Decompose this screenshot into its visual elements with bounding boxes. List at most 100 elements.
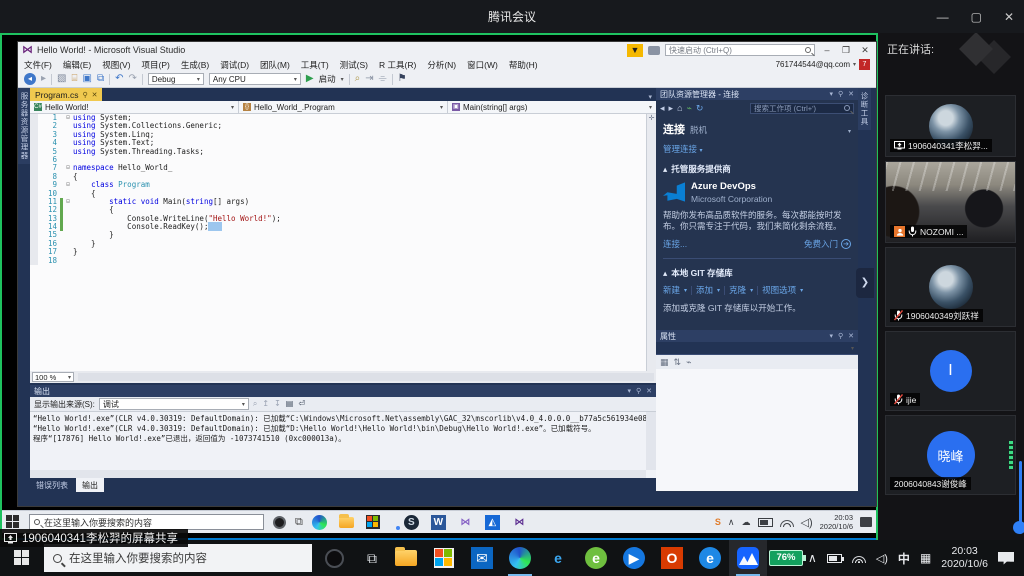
menu-item[interactable]: 窗口(W) — [467, 59, 498, 71]
git-action-0[interactable]: 新建 — [663, 284, 680, 296]
project-dropdown[interactable]: C# Hello World!▾ — [30, 101, 239, 113]
chevron-down-icon[interactable]: ▾ — [829, 90, 833, 98]
output-log[interactable]: “Hello World!.exe”(CLR v4.0.30319: Defau… — [30, 412, 656, 446]
tab-error-list[interactable]: 错误列表 — [30, 478, 74, 492]
properties-grid[interactable] — [656, 369, 858, 491]
breakpoint-margin[interactable] — [30, 114, 38, 122]
refresh-icon[interactable]: ↻ — [696, 103, 704, 114]
work-item-search-input[interactable]: 搜索工作项 (Ctrl+') — [750, 103, 854, 114]
menu-item[interactable]: 工具(T) — [301, 59, 329, 71]
network-icon[interactable] — [780, 518, 794, 527]
breakpoint-margin[interactable] — [30, 240, 38, 248]
tab-program-cs[interactable]: Program.cs ⚲ ✕ — [30, 88, 102, 101]
team-explorer-titlebar[interactable]: 团队资源管理器 - 连接 ▾ ⚲ ✕ — [656, 88, 858, 100]
close-icon[interactable]: ✕ — [1004, 10, 1014, 24]
fold-marker-icon[interactable]: ⊟ — [63, 198, 73, 206]
edge-icon[interactable] — [312, 515, 327, 530]
member-dropdown[interactable]: ▣ Main(string[] args)▾ — [448, 101, 656, 113]
chevron-down-icon[interactable]: ▾ — [848, 128, 851, 135]
participant-tile[interactable]: 晓峰2006040843谢俊峰 — [885, 415, 1016, 495]
file-explorer-icon[interactable] — [339, 517, 354, 528]
cortana-icon[interactable] — [273, 516, 286, 529]
vs-titlebar[interactable]: ⋈ Hello World! - Microsoft Visual Studio… — [18, 42, 876, 58]
zoom-level-dropdown[interactable]: 100 %▾ — [32, 372, 74, 382]
close-icon[interactable]: ✕ — [848, 332, 854, 340]
tencent-meeting-icon[interactable] — [729, 540, 767, 576]
categorized-icon[interactable]: ▦ — [660, 357, 669, 368]
vs-restore-icon[interactable]: ❐ — [839, 45, 853, 56]
browser-360-icon[interactable]: e — [577, 540, 615, 576]
step-icons[interactable]: ⇥ — [365, 73, 373, 85]
feedback-icon[interactable] — [648, 46, 660, 55]
sidebar-scroll-thumb[interactable] — [1013, 521, 1024, 534]
taskbar-search-input[interactable]: 在这里输入你要搜索的内容 — [44, 544, 312, 572]
pin-icon[interactable]: ⚲ — [82, 91, 87, 99]
breakpoint-margin[interactable] — [30, 198, 38, 206]
git-action-2[interactable]: 克隆 — [729, 284, 746, 296]
breakpoint-margin[interactable] — [30, 148, 38, 156]
menu-item[interactable]: 调试(D) — [220, 59, 249, 71]
vs-minimize-icon[interactable]: – — [820, 45, 834, 55]
find-icon[interactable]: ⌕ — [355, 73, 361, 85]
cloud-icon[interactable]: ☁ — [742, 517, 751, 528]
participant-tile[interactable]: 1906040341李松羿... — [885, 95, 1016, 157]
tab-output[interactable]: 输出 — [76, 478, 104, 492]
back-icon[interactable]: ◂ — [660, 103, 665, 114]
maximize-icon[interactable]: ▢ — [971, 10, 982, 24]
breakpoint-margin[interactable] — [30, 173, 38, 181]
breakpoint-margin[interactable] — [30, 248, 38, 256]
close-icon[interactable]: ✕ — [848, 90, 854, 98]
microsoft-store-icon[interactable] — [425, 540, 463, 576]
open-file-icon[interactable]: ⌸ — [71, 73, 77, 85]
account-area[interactable]: 761744544@qq.com ▾ 7 — [776, 59, 870, 70]
edge-icon[interactable] — [501, 540, 539, 576]
cortana-icon[interactable] — [325, 549, 344, 568]
vs-close-icon[interactable]: ✕ — [858, 45, 872, 56]
account-avatar[interactable]: 7 — [859, 59, 870, 70]
steam-icon[interactable]: S — [404, 515, 419, 530]
task-view-icon[interactable]: ⧉ — [295, 516, 303, 529]
tencent-video-icon[interactable]: ▶ — [615, 540, 653, 576]
goto-next-icon[interactable]: ↧ — [274, 399, 281, 409]
fold-marker-icon[interactable]: ⊟ — [63, 164, 73, 172]
redo-icon[interactable]: ↷ — [128, 73, 136, 85]
tray-expand-icon[interactable]: ∧ — [728, 517, 735, 528]
fold-marker-icon[interactable]: ⊟ — [63, 114, 73, 122]
git-action-3[interactable]: 视图选项 — [762, 284, 796, 296]
visual-studio-icon[interactable]: ⋈ — [458, 515, 473, 530]
microsoft-store-icon[interactable] — [366, 515, 380, 529]
breakpoint-margin[interactable] — [30, 164, 38, 172]
task-view-icon[interactable]: ⧉ — [367, 550, 377, 567]
get-started-free-link[interactable]: 免费入门 — [804, 238, 838, 250]
solution-platform-dropdown[interactable]: Any CPU▾ — [209, 73, 301, 85]
action-center-icon[interactable] — [860, 517, 872, 527]
menu-item[interactable]: 分析(N) — [427, 59, 456, 71]
action-center-icon[interactable]: 4 — [998, 552, 1014, 565]
breakpoint-margin[interactable] — [30, 223, 38, 231]
pin-icon[interactable]: ⚲ — [838, 332, 843, 340]
sidebar-scrollbar[interactable] — [1019, 461, 1022, 523]
navigate-back-icon[interactable]: ◂ — [24, 73, 36, 85]
app-e-icon[interactable]: e — [691, 540, 729, 576]
close-icon[interactable]: ✕ — [646, 387, 652, 395]
comment-icon[interactable]: ⌯ — [379, 73, 387, 85]
expand-panel-button[interactable]: ❯ — [856, 268, 874, 298]
new-project-icon[interactable]: ▧ — [57, 73, 66, 85]
goto-previous-icon[interactable]: ↥ — [262, 399, 269, 409]
minimize-icon[interactable]: — — [937, 10, 949, 24]
menu-item[interactable]: 团队(M) — [260, 59, 290, 71]
connect-link[interactable]: 连接... — [663, 238, 687, 250]
fold-marker-icon[interactable]: ⊟ — [63, 181, 73, 189]
home-icon[interactable]: ⌂ — [677, 103, 682, 113]
tray-expand-icon[interactable]: ∧ — [808, 551, 817, 565]
property-pages-icon[interactable]: ⌁ — [686, 357, 691, 368]
pin-icon[interactable]: ⚲ — [838, 90, 843, 98]
word-icon[interactable]: W — [431, 515, 446, 530]
alphabetical-icon[interactable]: ⇅ — [674, 357, 682, 368]
start-debug-label[interactable]: 启动 — [319, 73, 336, 85]
properties-titlebar[interactable]: 属性 ▾ ⚲ ✕ — [656, 330, 858, 342]
menu-item[interactable]: 帮助(H) — [509, 59, 538, 71]
volume-icon[interactable]: ◁) — [876, 552, 888, 565]
save-icon[interactable]: ▣ — [82, 73, 91, 85]
quick-launch-input[interactable]: 快速启动 (Ctrl+Q) — [665, 44, 815, 56]
